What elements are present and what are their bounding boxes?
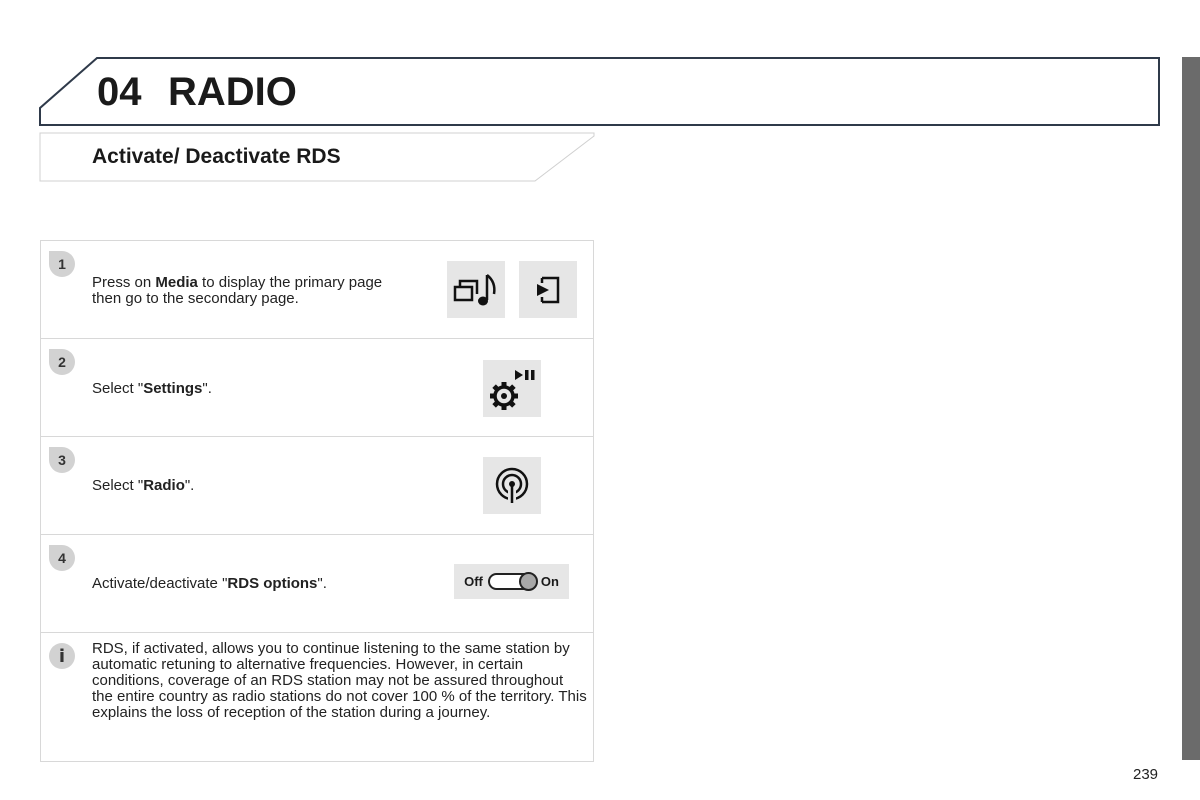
secondary-page-button[interactable] — [519, 261, 577, 318]
text-emphasis: Radio — [143, 477, 185, 494]
text-fragment: ". — [202, 380, 212, 397]
step-badge: 1 — [49, 251, 75, 277]
step-3: 3 Select "Radio". — [41, 437, 593, 535]
radio-button[interactable] — [483, 457, 541, 514]
rds-options-toggle[interactable]: Off On — [454, 564, 569, 599]
radio-icon — [495, 467, 529, 505]
text-fragment: ". — [184, 477, 195, 494]
step-text: Select "Settings". — [92, 381, 212, 397]
step-badge: 3 — [49, 447, 75, 473]
toggle-track[interactable] — [487, 572, 538, 591]
text-fragment: Press on — [92, 274, 156, 291]
section-title: Activate/ Deactivate RDS — [92, 145, 341, 168]
step-text: Activate/deactivate "RDS options". — [92, 576, 327, 592]
steps-table: 1 Press on Media to display the primary … — [40, 240, 594, 762]
step-text: Press on Media to display the primary pa… — [92, 275, 382, 307]
text-emphasis: Media — [155, 274, 198, 291]
settings-button[interactable] — [483, 360, 541, 417]
step-badge: 2 — [49, 349, 75, 375]
info-icon: i — [49, 643, 75, 669]
media-button[interactable] — [447, 261, 505, 318]
text-fragment: Select " — [92, 477, 144, 494]
text-fragment: Activate/deactivate " — [92, 575, 228, 592]
info-text: RDS, if activated, allows you to continu… — [92, 640, 587, 721]
step-text: Select "Radio". — [92, 478, 194, 494]
media-icon — [453, 273, 496, 305]
step-4: 4 Activate/deactivate "RDS options". Off… — [41, 535, 593, 633]
secondary-page-icon — [537, 276, 560, 303]
text-fragment: to display the primary page — [197, 274, 383, 291]
step-2: 2 Select "Settings". — [41, 339, 593, 437]
text-fragment: then go to the secondary page. — [92, 290, 299, 307]
text-emphasis: Settings — [143, 380, 203, 397]
text-emphasis: RDS options — [227, 575, 318, 592]
info-note: i RDS, if activated, allows you to conti… — [41, 633, 593, 761]
page-number: 239 — [1133, 766, 1159, 783]
step-badge: 4 — [49, 545, 75, 571]
toggle-off-label: Off — [464, 574, 483, 589]
settings-icon — [490, 369, 535, 410]
toggle-on-label: On — [540, 574, 559, 589]
toggle-knob[interactable] — [518, 572, 538, 591]
step-1: 1 Press on Media to display the primary … — [41, 241, 593, 339]
section-header-frame — [39, 132, 595, 182]
text-fragment: Select " — [92, 380, 144, 397]
text-fragment: ". — [317, 575, 327, 592]
chapter-side-tab — [1182, 57, 1200, 760]
